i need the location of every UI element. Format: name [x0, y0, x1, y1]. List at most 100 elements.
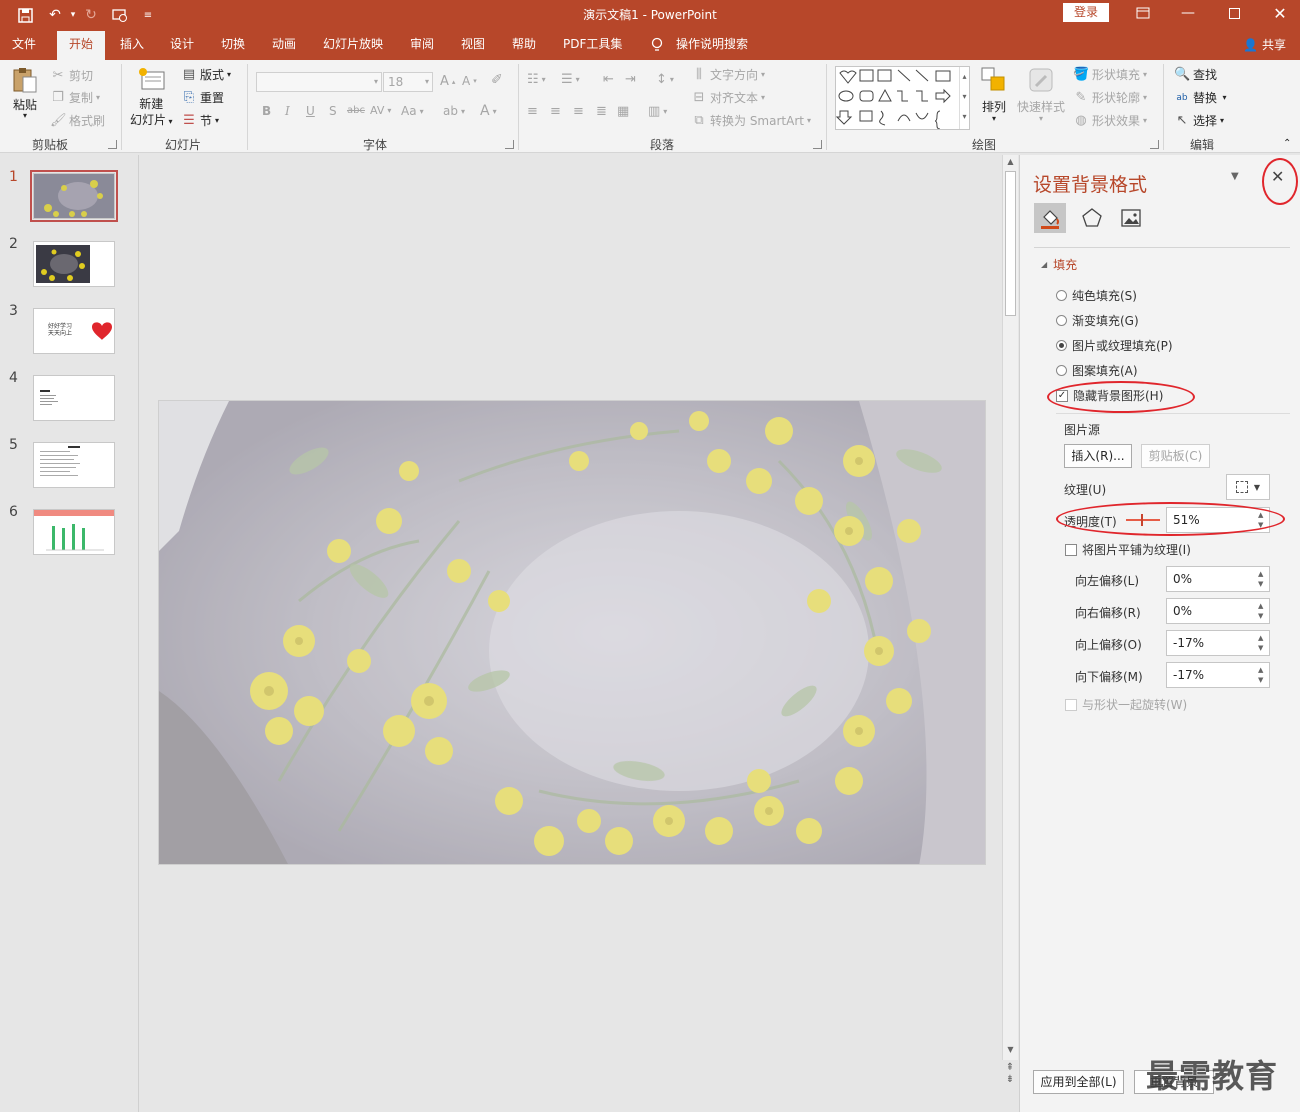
apply-to-all-button[interactable]: 应用到全部(L) [1033, 1070, 1124, 1094]
share-button[interactable]: 👤 共享 [1243, 36, 1286, 53]
slide-thumbnail-1[interactable] [30, 170, 118, 222]
shape-effects-button[interactable]: ◍ 形状效果 ▾ [1073, 112, 1147, 129]
minimize-icon[interactable]: — [1165, 0, 1211, 26]
radio[interactable] [1056, 365, 1067, 376]
scroll-down-icon[interactable]: ▼ [1004, 1045, 1017, 1054]
vertical-scrollbar[interactable]: ▲ ▼ [1002, 155, 1018, 1060]
select-button[interactable]: ↖ 选择 ▾ [1174, 112, 1224, 129]
quick-styles-button[interactable]: 快速样式 ▾ [1017, 66, 1065, 123]
slide-thumbnail-4[interactable] [33, 375, 115, 421]
align-right-icon[interactable]: ≡ [573, 104, 584, 119]
layout-button[interactable]: ▤ 版式 ▾ [181, 66, 231, 83]
pane-options-dropdown-icon[interactable]: ▼ [1231, 171, 1239, 182]
tab-file[interactable]: 文件 [12, 31, 36, 60]
italic-button[interactable]: I [285, 104, 290, 118]
tab-view[interactable]: 视图 [461, 31, 485, 60]
replace-button[interactable]: ab 替换 ▾ [1174, 89, 1226, 106]
arrange-button[interactable]: 排列 ▾ [980, 66, 1008, 123]
radio[interactable] [1056, 290, 1067, 301]
strikethrough-button[interactable]: abc [347, 105, 365, 116]
texture-dropdown[interactable]: ▼ [1226, 474, 1270, 500]
shrink-font-icon[interactable]: A ▾ [462, 74, 477, 88]
reset-button[interactable]: ⎘ 重置 [181, 89, 224, 106]
bullets-icon[interactable]: ☷ ▾ [527, 72, 546, 87]
decrease-indent-icon[interactable]: ⇤ [603, 72, 614, 87]
align-center-icon[interactable]: ≡ [550, 104, 561, 119]
copy-button[interactable]: ❐ 复制 ▾ [50, 89, 100, 106]
font-size-dropdown[interactable]: 18 ▾ [383, 72, 433, 92]
pattern-fill-option[interactable]: 图案填充(A) [1056, 362, 1138, 379]
clipboard-launcher-icon[interactable] [108, 140, 117, 149]
scroll-up-icon[interactable]: ▲ [1004, 157, 1017, 166]
checkbox[interactable] [1065, 543, 1077, 556]
line-spacing-icon[interactable]: ↕ ▾ [656, 72, 674, 87]
cut-button[interactable]: ✂ 剪切 [50, 67, 93, 84]
paste-button[interactable]: 粘贴 ▾ [11, 66, 39, 120]
solid-fill-option[interactable]: 纯色填充(S) [1056, 287, 1137, 304]
smartart-button[interactable]: ⧉ 转换为 SmartArt ▾ [691, 112, 811, 129]
spin-up-icon[interactable]: ▲ [1258, 570, 1266, 578]
find-button[interactable]: 🔍 查找 [1174, 66, 1217, 83]
slide-thumbnail-5[interactable] [33, 442, 115, 488]
justify-icon[interactable]: ≣ [596, 104, 607, 119]
rotate-with-shape-option[interactable]: 与形状一起旋转(W) [1065, 696, 1187, 713]
shape-fill-button[interactable]: 🪣 形状填充 ▾ [1073, 66, 1147, 83]
tab-transitions[interactable]: 切换 [221, 31, 245, 60]
numbering-icon[interactable]: ☰ ▾ [561, 72, 580, 87]
slide-thumbnail-6[interactable] [33, 509, 115, 555]
slide-thumbnail-2[interactable] [33, 241, 115, 287]
effects-tab[interactable] [1077, 203, 1107, 233]
font-launcher-icon[interactable] [505, 140, 514, 149]
highlight-color-icon[interactable]: ab ▾ [443, 104, 465, 118]
offset-top-spinner[interactable]: -17% ▲ ▼ [1166, 630, 1270, 656]
grow-font-icon[interactable]: A ▴ [440, 74, 455, 89]
gallery-scroll[interactable]: ▴ ▾ ▾ [959, 67, 969, 129]
scroll-thumb[interactable] [1005, 171, 1016, 316]
paragraph-launcher-icon[interactable] [813, 140, 822, 149]
radio[interactable] [1056, 315, 1067, 326]
underline-button[interactable]: U [306, 104, 315, 118]
section-button[interactable]: ☰ 节 ▾ [181, 112, 219, 129]
increase-indent-icon[interactable]: ⇥ [625, 72, 636, 87]
gradient-fill-option[interactable]: 渐变填充(G) [1056, 312, 1139, 329]
spin-down-icon[interactable]: ▼ [1258, 676, 1266, 684]
offset-left-spinner[interactable]: 0% ▲ ▼ [1166, 566, 1270, 592]
distributed-icon[interactable]: ▦ [617, 104, 629, 119]
drawing-launcher-icon[interactable] [1150, 140, 1159, 149]
bold-button[interactable]: B [262, 104, 271, 118]
tile-picture-option[interactable]: 将图片平铺为纹理(I) [1065, 541, 1191, 558]
change-case-button[interactable]: Aa ▾ [401, 104, 424, 118]
spin-down-icon[interactable]: ▼ [1258, 612, 1266, 620]
insert-picture-button[interactable]: 插入(R)... [1064, 444, 1132, 468]
picture-fill-option[interactable]: 图片或纹理填充(P) [1056, 337, 1173, 354]
shape-outline-button[interactable]: ✎ 形状轮廓 ▾ [1073, 89, 1147, 106]
format-painter-button[interactable]: 🖌 格式刷 [50, 112, 105, 129]
tab-pdf-tools[interactable]: PDF工具集 [563, 31, 622, 60]
tab-review[interactable]: 审阅 [410, 31, 434, 60]
ribbon-display-icon[interactable] [1120, 0, 1166, 26]
prev-slide-icon[interactable]: ⇞ ⇟ [1003, 1062, 1017, 1086]
tab-insert[interactable]: 插入 [120, 31, 144, 60]
offset-right-spinner[interactable]: 0% ▲ ▼ [1166, 598, 1270, 624]
spin-down-icon[interactable]: ▼ [1258, 580, 1266, 588]
char-spacing-button[interactable]: AV ▾ [370, 104, 391, 117]
new-slide-button[interactable]: 新建 幻灯片 ▾ [130, 66, 173, 128]
tab-help[interactable]: 帮助 [512, 31, 536, 60]
maximize-icon[interactable] [1211, 0, 1257, 26]
clipboard-picture-button[interactable]: 剪贴板(C) [1141, 444, 1210, 468]
slide-canvas[interactable] [158, 400, 986, 865]
shadow-button[interactable]: S [329, 104, 337, 118]
text-direction-button[interactable]: ⫼ 文字方向 ▾ [691, 66, 765, 83]
checkbox-disabled[interactable] [1065, 698, 1077, 711]
tab-animations[interactable]: 动画 [272, 31, 296, 60]
clear-format-icon[interactable]: ✐ [491, 72, 503, 88]
spin-up-icon[interactable]: ▲ [1258, 602, 1266, 610]
spin-down-icon[interactable]: ▼ [1258, 644, 1266, 652]
spin-up-icon[interactable]: ▲ [1258, 666, 1266, 674]
tab-slideshow[interactable]: 幻灯片放映 [323, 31, 383, 60]
font-name-dropdown[interactable]: ▾ [256, 72, 382, 92]
columns-icon[interactable]: ▥ ▾ [648, 104, 667, 119]
collapse-ribbon-icon[interactable]: ⌃ [1283, 138, 1291, 149]
tell-me-search[interactable]: 操作说明搜索 [676, 31, 748, 60]
align-text-button[interactable]: ⊟ 对齐文本 ▾ [691, 89, 765, 106]
